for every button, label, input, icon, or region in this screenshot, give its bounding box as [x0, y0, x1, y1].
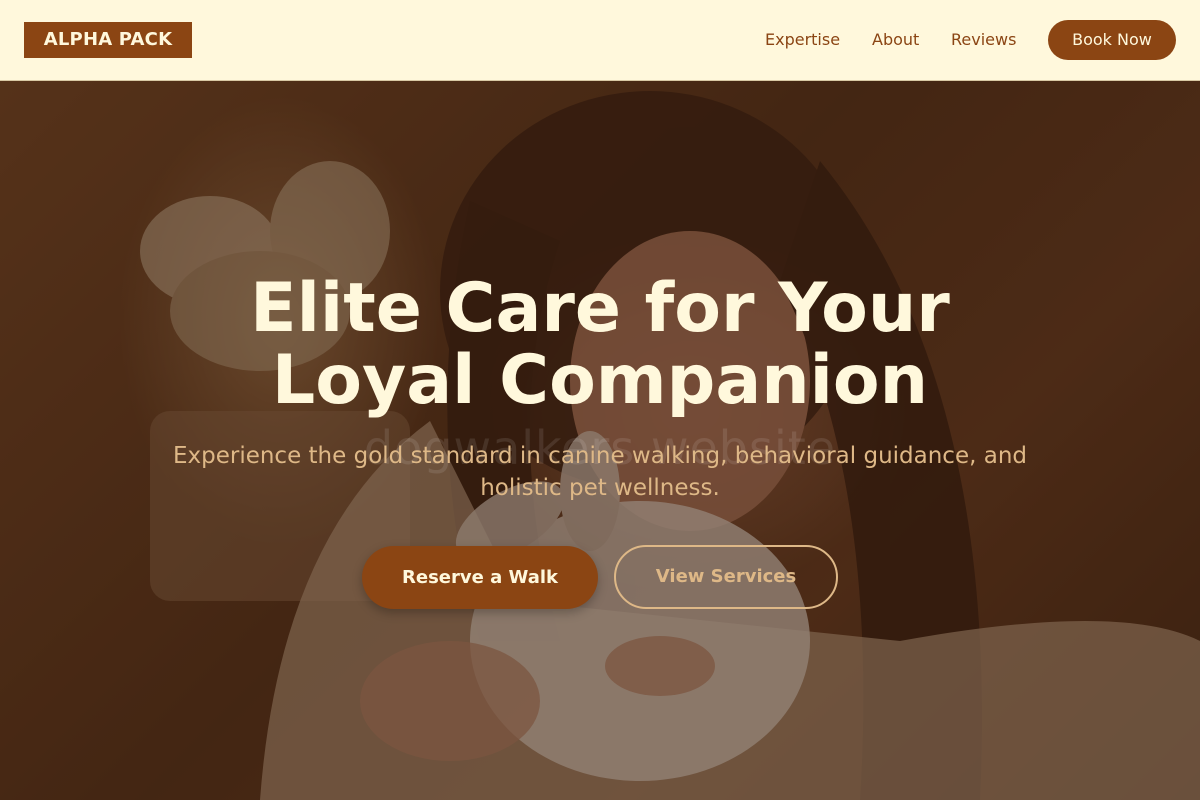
- hero-title-line-1: Elite Care for Your: [250, 269, 950, 348]
- logo[interactable]: ALPHA PACK: [24, 22, 192, 58]
- nav-link-about[interactable]: About: [872, 30, 919, 50]
- view-services-button[interactable]: View Services: [614, 545, 838, 609]
- hero-title: Elite Care for Your Loyal Companion: [100, 273, 1100, 417]
- hero-subtitle: Experience the gold standard in canine w…: [172, 443, 1028, 501]
- site-header: ALPHA PACK Expertise About Reviews Book …: [0, 0, 1200, 81]
- nav-link-reviews[interactable]: Reviews: [951, 30, 1016, 50]
- reserve-walk-button[interactable]: Reserve a Walk: [362, 546, 598, 609]
- book-now-button[interactable]: Book Now: [1048, 20, 1176, 60]
- nav-link-expertise[interactable]: Expertise: [765, 30, 840, 50]
- hero-title-line-2: Loyal Companion: [271, 341, 929, 420]
- hero-section: dogwalkers website Elite Care for Your L…: [0, 81, 1200, 800]
